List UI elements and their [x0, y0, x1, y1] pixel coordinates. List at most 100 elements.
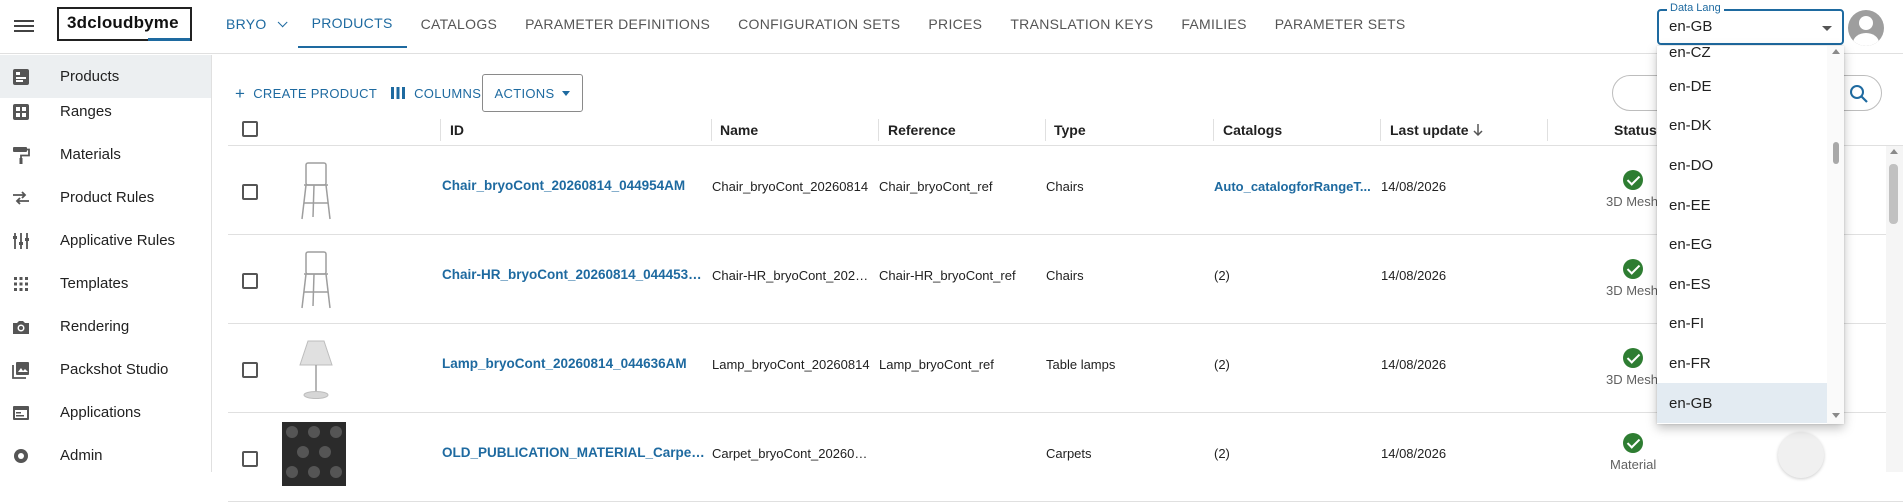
column-separator[interactable]	[878, 119, 879, 141]
sidebar-item-templates[interactable]: Templates	[0, 262, 211, 305]
header-id[interactable]: ID	[450, 122, 464, 138]
lang-option-en-fr[interactable]: en-FR	[1657, 343, 1827, 383]
sidebar-item-packshot-studio[interactable]: Packshot Studio	[0, 348, 211, 391]
column-separator[interactable]	[1213, 119, 1214, 141]
tab-configuration-sets[interactable]: CONFIGURATION SETS	[724, 0, 914, 48]
app-logo[interactable]: 3dcloudbyme	[57, 7, 192, 41]
product-id-link[interactable]: OLD_PUBLICATION_MATERIAL_Carpet_...	[442, 445, 707, 460]
sidebar-item-materials[interactable]: Materials	[0, 133, 211, 176]
status-label: 3D Mesh	[1606, 372, 1659, 387]
row-checkbox[interactable]	[242, 184, 258, 200]
product-reference: Chair-HR_bryoCont_ref	[879, 268, 1016, 283]
tab-parameter-sets[interactable]: PARAMETER SETS	[1261, 0, 1420, 48]
logo-underline	[148, 38, 190, 41]
select-all-checkbox[interactable]	[242, 121, 258, 137]
table-row[interactable]: OLD_PUBLICATION_MATERIAL_Carpet_... Carp…	[228, 414, 1903, 502]
create-product-button[interactable]: + CREATE PRODUCT	[228, 85, 377, 102]
table-row[interactable]: Chair_bryoCont_20260814_044954AM Chair_b…	[228, 147, 1903, 235]
last-update: 14/08/2026	[1381, 446, 1447, 461]
row-checkbox[interactable]	[242, 362, 258, 378]
product-name: Chair-HR_bryoCont_2026...	[712, 268, 872, 283]
dropdown-scrollbar-thumb[interactable]	[1833, 142, 1839, 164]
scroll-up-arrow-icon[interactable]	[1890, 149, 1898, 154]
dropdown-scrollbar[interactable]	[1827, 46, 1844, 424]
product-id-link[interactable]: Chair-HR_bryoCont_20260814_044453AM	[442, 267, 702, 282]
tab-products[interactable]: PRODUCTS	[297, 0, 407, 48]
header-last-update[interactable]: Last update	[1390, 122, 1469, 138]
product-reference: Lamp_bryoCont_ref	[879, 357, 994, 372]
column-separator[interactable]	[1380, 119, 1381, 141]
tab-parameter-definitions[interactable]: PARAMETER DEFINITIONS	[511, 0, 724, 48]
carpet-skull-pattern-thumbnail	[282, 422, 346, 486]
last-update: 14/08/2026	[1381, 268, 1447, 283]
columns-icon	[391, 87, 406, 99]
header-catalogs[interactable]: Catalogs	[1223, 122, 1282, 138]
status-label: 3D Mesh	[1606, 283, 1659, 298]
column-separator[interactable]	[1547, 119, 1548, 141]
lang-option-en-fi[interactable]: en-FI	[1657, 303, 1827, 343]
last-update: 14/08/2026	[1381, 179, 1447, 194]
admin-gear-icon	[14, 448, 28, 463]
header-name[interactable]: Name	[720, 122, 758, 138]
sidebar-item-applications[interactable]: Applications	[0, 391, 211, 434]
sidebar-item-label: Product Rules	[60, 189, 155, 206]
sliders-icon	[13, 232, 29, 249]
catalogs-link[interactable]: Auto_catalogforRangeT...	[1214, 179, 1379, 194]
catalogs-count[interactable]: (2)	[1214, 268, 1379, 283]
check-circle-icon	[1623, 433, 1643, 453]
row-checkbox[interactable]	[242, 273, 258, 289]
data-lang-label: Data Lang	[1667, 2, 1724, 14]
product-type: Chairs	[1046, 179, 1084, 194]
table-lamp-thumbnail	[299, 340, 333, 399]
search-icon[interactable]	[1844, 79, 1874, 109]
lang-option-en-gb[interactable]: en-GB	[1657, 383, 1827, 423]
table-row[interactable]: Lamp_bryoCont_20260814_044636AM Lamp_bry…	[228, 325, 1903, 413]
product-id-link[interactable]: Lamp_bryoCont_20260814_044636AM	[442, 356, 702, 371]
lang-option-en-eg[interactable]: en-EG	[1657, 224, 1827, 264]
caret-down-icon	[562, 90, 571, 96]
lang-option-en-do[interactable]: en-DO	[1657, 145, 1827, 185]
column-separator[interactable]	[440, 119, 441, 141]
user-avatar-icon[interactable]	[1848, 10, 1884, 46]
floating-action-button[interactable]	[1778, 432, 1824, 478]
catalogs-count[interactable]: (2)	[1214, 446, 1379, 461]
header-reference[interactable]: Reference	[888, 122, 956, 138]
dropdown-scroll-down-icon[interactable]	[1832, 413, 1840, 418]
dropdown-scroll-up-icon[interactable]	[1832, 49, 1840, 54]
tab-prices[interactable]: PRICES	[914, 0, 996, 48]
sidebar-item-ranges[interactable]: Ranges	[0, 90, 211, 133]
lang-option-en-dk[interactable]: en-DK	[1657, 105, 1827, 145]
tab-catalogs[interactable]: CATALOGS	[407, 0, 512, 48]
sidebar-item-admin[interactable]: Admin	[0, 434, 211, 477]
table-row[interactable]: Chair-HR_bryoCont_20260814_044453AM Chai…	[228, 236, 1903, 324]
sort-arrow-down-icon[interactable]	[1472, 123, 1484, 137]
lang-option-en-de[interactable]: en-DE	[1657, 66, 1827, 106]
sidebar: Products Ranges Materials Product Rules …	[0, 55, 212, 472]
tab-translation-keys[interactable]: TRANSLATION KEYS	[996, 0, 1167, 48]
sidebar-item-label: Products	[60, 68, 120, 85]
main-nav: BRYO PRODUCTS CATALOGS PARAMETER DEFINIT…	[212, 0, 1420, 48]
header-status[interactable]: Status	[1614, 122, 1657, 138]
lang-option-en-es[interactable]: en-ES	[1657, 264, 1827, 304]
caret-down-icon[interactable]	[1822, 26, 1832, 31]
data-lang-select[interactable]: en-GB	[1657, 9, 1844, 45]
columns-button[interactable]: COLUMNS	[391, 86, 481, 101]
table-scrollbar-thumb[interactable]	[1889, 164, 1898, 224]
bar-stool-thumbnail	[301, 251, 331, 309]
hamburger-menu-icon[interactable]	[12, 17, 36, 37]
header-type[interactable]: Type	[1054, 122, 1086, 138]
column-separator[interactable]	[711, 119, 712, 141]
actions-button[interactable]: ACTIONS	[482, 74, 583, 112]
brand-selector[interactable]: BRYO	[212, 0, 298, 48]
check-circle-icon	[1623, 170, 1643, 190]
lang-option-en-ee[interactable]: en-EE	[1657, 185, 1827, 225]
products-toolbar: + CREATE PRODUCT COLUMNS	[228, 74, 481, 112]
product-id-link[interactable]: Chair_bryoCont_20260814_044954AM	[442, 178, 702, 193]
catalogs-count[interactable]: (2)	[1214, 357, 1379, 372]
sidebar-item-applicative-rules[interactable]: Applicative Rules	[0, 219, 211, 262]
sidebar-item-rendering[interactable]: Rendering	[0, 305, 211, 348]
column-separator[interactable]	[1045, 119, 1046, 141]
row-checkbox[interactable]	[242, 451, 258, 467]
tab-families[interactable]: FAMILIES	[1167, 0, 1260, 48]
sidebar-item-product-rules[interactable]: Product Rules	[0, 176, 211, 219]
